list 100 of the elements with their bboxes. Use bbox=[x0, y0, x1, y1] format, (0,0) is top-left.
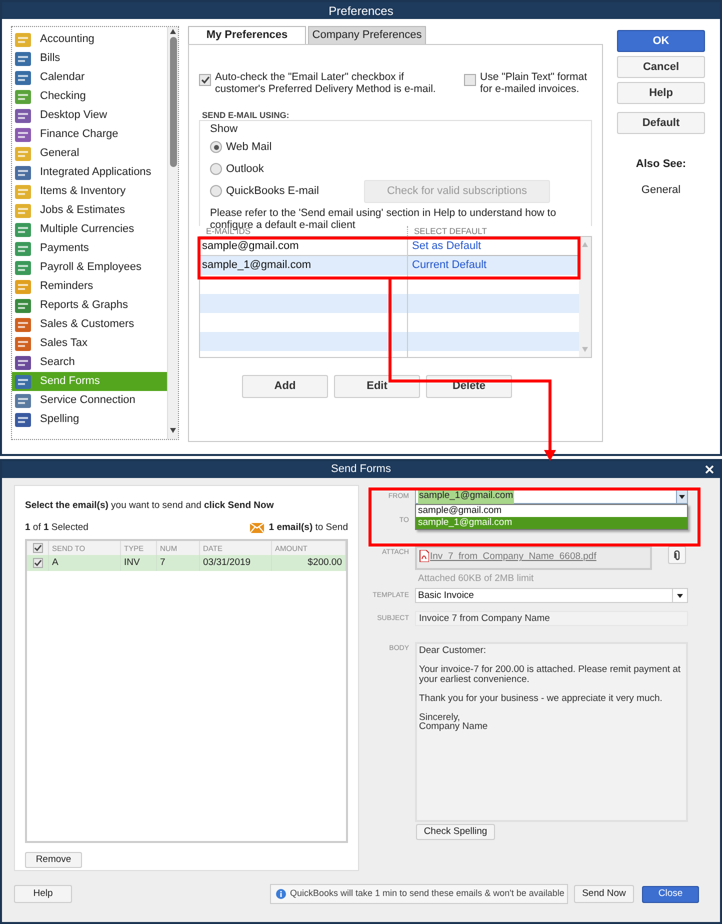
attach-button[interactable] bbox=[668, 546, 686, 564]
default-link[interactable]: Set as Default bbox=[412, 238, 482, 254]
category-item[interactable]: Search bbox=[12, 353, 167, 372]
category-icon bbox=[14, 202, 32, 218]
category-item[interactable]: Payroll & Employees bbox=[12, 258, 167, 277]
subject-field[interactable]: Invoice 7 from Company Name bbox=[415, 611, 688, 626]
select-all-checkbox[interactable] bbox=[32, 543, 42, 554]
info-icon bbox=[276, 889, 286, 899]
tab[interactable]: My Preferences bbox=[188, 26, 306, 44]
attachment-note: Attached 60KB of 2MB limit bbox=[418, 572, 535, 586]
checkbox-label: Use "Plain Text" format for e-mailed invoices. bbox=[480, 71, 588, 95]
template-dropdown[interactable]: Basic Invoice bbox=[415, 588, 688, 604]
remove-button[interactable]: Remove bbox=[25, 852, 82, 868]
window-title: Preferences bbox=[2, 2, 720, 19]
close-button[interactable]: Close bbox=[642, 886, 699, 902]
row-checkbox[interactable] bbox=[32, 558, 42, 568]
category-icon bbox=[14, 32, 32, 48]
pdf-file-icon bbox=[419, 550, 429, 562]
show-label: Show bbox=[210, 123, 239, 136]
dialog-button[interactable]: Default bbox=[617, 112, 705, 134]
dialog-button[interactable]: OK bbox=[617, 30, 705, 52]
category-item[interactable]: Integrated Applications bbox=[12, 163, 167, 182]
table-cell: INV bbox=[124, 556, 140, 570]
category-item[interactable]: Reports & Graphs bbox=[12, 296, 167, 315]
category-icon bbox=[14, 298, 32, 314]
emails-to-send: 1 email(s) to Send bbox=[268, 521, 348, 535]
default-link[interactable]: Current Default bbox=[412, 257, 487, 274]
scrollbar[interactable] bbox=[167, 27, 178, 439]
category-item[interactable]: Desktop View bbox=[12, 106, 167, 125]
table-action-button[interactable]: Edit bbox=[334, 375, 420, 398]
help-button[interactable]: Help bbox=[14, 885, 72, 903]
close-icon[interactable] bbox=[705, 465, 714, 474]
radio-button[interactable] bbox=[210, 141, 222, 153]
radio-label: QuickBooks E-mail bbox=[226, 184, 319, 199]
instruction-text: Select the email(s) you want to send and click Send Now bbox=[25, 500, 275, 512]
category-item[interactable]: Calendar bbox=[12, 68, 167, 87]
tab[interactable]: Company Preferences bbox=[308, 26, 426, 44]
category-item[interactable]: Reminders bbox=[12, 277, 167, 296]
table-row[interactable]: A INV 7 03/31/2019 $200.00 bbox=[27, 555, 346, 572]
category-item[interactable]: Jobs & Estimates bbox=[12, 201, 167, 220]
dialog-button[interactable]: Cancel bbox=[617, 56, 705, 78]
category-item[interactable]: Checking bbox=[12, 87, 167, 106]
radio-label: Outlook bbox=[226, 162, 264, 177]
category-icon bbox=[14, 70, 32, 86]
table-cell: 03/31/2019 bbox=[203, 556, 251, 570]
attachment-link[interactable]: Inv_7_from_Company_Name_6608.pdf bbox=[430, 550, 596, 564]
email-cell-text: sample_1@gmail.com bbox=[202, 258, 311, 274]
body-field[interactable]: Dear Customer: Your invoice-7 for 200.00 is attached. Please remit payment at your earliest convenience. Thank you for your business - we appreciate it very much. Sincerely, Company Name bbox=[415, 642, 688, 822]
checkbox-label: Auto-check the "Email Later" checkbox if customer's Preferred Delivery Method is e-mail. bbox=[215, 71, 437, 95]
category-item[interactable]: Payments bbox=[12, 239, 167, 258]
category-icon bbox=[14, 164, 32, 180]
checkbox[interactable] bbox=[199, 74, 211, 86]
category-icon bbox=[14, 316, 32, 332]
email-cell-text: sample@gmail.com bbox=[202, 238, 299, 254]
category-item[interactable]: General bbox=[12, 144, 167, 163]
category-item[interactable]: Multiple Currencies bbox=[12, 220, 167, 239]
check-spelling-button[interactable]: Check Spelling bbox=[416, 824, 495, 840]
category-icon bbox=[14, 240, 32, 256]
table-cell: 7 bbox=[160, 556, 166, 570]
section-title: SEND E-MAIL USING: bbox=[202, 110, 290, 120]
category-icon bbox=[14, 146, 32, 162]
caret-icon bbox=[679, 494, 685, 498]
also-see-label: Also See: bbox=[636, 157, 686, 172]
dialog-button[interactable]: Help bbox=[617, 82, 705, 104]
radio-button[interactable] bbox=[210, 185, 222, 197]
table-cell: $200.00 bbox=[308, 556, 342, 570]
category-item[interactable]: Sales Tax bbox=[12, 334, 167, 353]
scroll-up-icon[interactable] bbox=[169, 27, 177, 35]
category-item[interactable]: Finance Charge bbox=[12, 125, 167, 144]
send-now-button[interactable]: Send Now bbox=[574, 885, 634, 903]
category-item[interactable]: Items & Inventory bbox=[12, 182, 167, 201]
category-icon bbox=[14, 184, 32, 200]
category-icon bbox=[14, 126, 32, 142]
category-item[interactable]: Accounting bbox=[12, 30, 167, 49]
category-icon bbox=[14, 108, 32, 124]
category-icon bbox=[14, 336, 32, 352]
category-item[interactable]: Service Connection bbox=[12, 391, 167, 410]
table-action-button[interactable]: Add bbox=[242, 375, 328, 398]
scroll-down-icon[interactable] bbox=[169, 427, 177, 435]
category-item[interactable]: Sales & Customers bbox=[12, 315, 167, 334]
category-icon bbox=[14, 354, 32, 370]
radio-button[interactable] bbox=[210, 163, 222, 175]
also-see-link[interactable]: General bbox=[641, 182, 681, 198]
category-icon bbox=[14, 392, 32, 408]
info-text: QuickBooks will take 1 min to send these emails & won't be available bbox=[290, 887, 564, 900]
column-header: SELECT DEFAULT bbox=[407, 226, 487, 236]
category-icon bbox=[14, 260, 32, 276]
category-icon bbox=[14, 88, 32, 104]
dropdown-option[interactable]: sample@gmail.com bbox=[416, 505, 687, 517]
radio-label: Web Mail bbox=[226, 140, 272, 155]
category-item[interactable]: Spelling bbox=[12, 410, 167, 429]
dropdown-option[interactable]: sample_1@gmail.com bbox=[416, 517, 687, 529]
dropdown-value: Basic Invoice bbox=[418, 588, 475, 603]
dropdown-button[interactable] bbox=[676, 490, 687, 503]
category-icon bbox=[14, 278, 32, 294]
category-icon bbox=[14, 50, 32, 66]
checkbox[interactable] bbox=[464, 74, 476, 86]
envelope-icon bbox=[250, 523, 264, 534]
category-item[interactable]: Bills bbox=[12, 49, 167, 68]
caret-icon bbox=[677, 594, 683, 598]
